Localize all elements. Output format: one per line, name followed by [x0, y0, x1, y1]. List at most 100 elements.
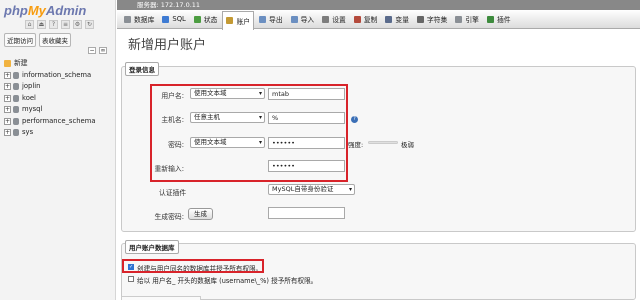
navigation-sidebar: phpMyAdmin ⌂ ⏏ ? ≡ ⚙ ↻ 近期访问 表收藏夹 − ∞ 新建 …: [0, 0, 116, 300]
tab-settings[interactable]: 设置: [319, 11, 349, 28]
exit-icon[interactable]: ⏏: [37, 20, 46, 29]
sql-icon: [162, 15, 170, 23]
tree-db-item[interactable]: + sys: [4, 127, 95, 139]
tab-users[interactable]: 账户: [222, 10, 255, 30]
tab-label: 状态: [203, 16, 218, 24]
tree-db-item[interactable]: + information_schema: [4, 70, 95, 82]
status-icon: [193, 15, 201, 23]
engines-icon: [455, 15, 463, 23]
tab-label: 导入: [300, 16, 315, 24]
collapse-all-icon[interactable]: −: [88, 47, 96, 54]
strength-value: 极弱: [401, 141, 414, 149]
expand-icon[interactable]: +: [4, 129, 11, 137]
tab-import[interactable]: 导入: [288, 11, 318, 28]
database-icon: [13, 129, 19, 137]
docs-icon[interactable]: ≡: [61, 20, 70, 29]
tree-db-item[interactable]: + koel: [4, 93, 95, 105]
database-icon: [13, 71, 19, 79]
database-tree: 新建 + information_schema + joplin + koel + my…: [4, 58, 95, 139]
tree-new-item[interactable]: 新建: [4, 58, 95, 70]
database-icon: [13, 106, 19, 114]
tab-label: 复制: [363, 16, 378, 24]
top-menu: 数据库 SQL 状态 账户 导出 导入 设置 复制 变量 字符集 引擎 插件: [117, 10, 640, 30]
user-database-legend: 用户账户数据库: [125, 240, 179, 254]
tab-variables[interactable]: 变量: [382, 11, 412, 28]
help-icon[interactable]: ?: [351, 116, 358, 123]
reload-icon[interactable]: ↻: [85, 20, 94, 29]
tab-label: 账户: [236, 17, 251, 26]
server-breadcrumb[interactable]: 服务器: 172.17.0.11: [117, 0, 640, 10]
generated-password-input[interactable]: [268, 207, 345, 219]
username-input[interactable]: mtab: [268, 88, 345, 100]
tab-label: 变量: [395, 16, 409, 24]
home-icon[interactable]: ⌂: [25, 20, 34, 29]
tree-db-item[interactable]: + mysql: [4, 104, 95, 116]
expand-icon[interactable]: +: [4, 71, 11, 79]
username-type-select[interactable]: 使用文本域 ▾: [190, 88, 265, 99]
chevron-down-icon: ▾: [258, 114, 262, 121]
tab-export[interactable]: 导出: [256, 11, 286, 28]
tab-label: SQL: [172, 15, 186, 23]
create-db-label: 创建与用户同名的数据库并授予所有权限。: [137, 265, 263, 273]
tab-label: 字符集: [427, 16, 448, 24]
variables-icon: [385, 15, 393, 23]
tab-label: 导出: [269, 16, 283, 24]
host-input[interactable]: %: [268, 112, 345, 124]
grant-prefix-checkbox[interactable]: [128, 276, 134, 282]
login-info-legend: 登录信息: [125, 62, 159, 76]
expand-icon[interactable]: +: [4, 94, 11, 102]
link-icon[interactable]: ∞: [99, 47, 107, 54]
expand-icon[interactable]: +: [4, 106, 11, 114]
password-label: 密码:: [168, 141, 184, 149]
database-icon: [124, 15, 131, 23]
users-icon: [226, 17, 234, 24]
plugins-icon: [486, 15, 494, 23]
favorites-tab[interactable]: 表收藏夹: [39, 33, 71, 47]
chevron-down-icon: ▾: [348, 186, 352, 193]
tab-charset[interactable]: 字符集: [414, 11, 450, 28]
recent-tab[interactable]: 近期访问: [4, 33, 36, 47]
new-db-icon: [4, 60, 11, 68]
tab-label: 数据库: [134, 16, 155, 24]
charset-icon: [417, 15, 424, 23]
create-db-checkbox[interactable]: ✓: [128, 264, 134, 270]
tab-label: 插件: [496, 16, 511, 24]
tab-replication[interactable]: 复制: [351, 11, 381, 28]
auth-plugin-select[interactable]: MySQL自带身份验证 ▾: [268, 184, 355, 195]
retype-label: 重新输入:: [154, 165, 184, 173]
settings-icon: [322, 15, 330, 23]
database-icon: [13, 83, 19, 91]
chevron-down-icon: ▾: [258, 139, 262, 146]
tab-label: 引擎: [465, 16, 479, 24]
import-icon: [290, 15, 298, 23]
sidebar-icon-bar: ⌂ ⏏ ? ≡ ⚙ ↻: [25, 20, 94, 29]
export-icon: [259, 15, 267, 23]
generate-password-button[interactable]: 生成: [188, 208, 213, 220]
password-type-select[interactable]: 使用文本域 ▾: [190, 137, 265, 148]
next-fieldset-legend: [121, 296, 201, 300]
database-icon: [13, 94, 19, 102]
page-title: 新增用户账户: [128, 38, 207, 53]
tree-db-item[interactable]: + joplin: [4, 81, 95, 93]
retype-password-input[interactable]: ••••••: [268, 160, 345, 172]
settings-icon[interactable]: ⚙: [73, 20, 82, 29]
tab-status[interactable]: 状态: [191, 11, 221, 28]
expand-icon[interactable]: +: [4, 117, 11, 125]
tree-db-item[interactable]: + performance_schema: [4, 116, 95, 128]
expand-icon[interactable]: +: [4, 83, 11, 91]
password-input[interactable]: ••••••: [268, 137, 345, 149]
tab-label: 设置: [332, 16, 346, 24]
tab-database[interactable]: 数据库: [121, 11, 157, 28]
tab-sql[interactable]: SQL: [159, 11, 188, 28]
tab-plugins[interactable]: 插件: [484, 11, 514, 28]
grant-prefix-label: 给以 用户名_ 开头的数据库 (username\_%) 授予所有权限。: [137, 277, 318, 285]
help-icon[interactable]: ?: [49, 20, 58, 29]
generate-password-label: 生成密码:: [154, 213, 184, 221]
host-label: 主机名:: [161, 116, 184, 124]
strength-meter: [368, 141, 398, 144]
auth-plugin-label: 认证插件: [159, 189, 187, 197]
phpmyadmin-logo[interactable]: phpMyAdmin: [4, 3, 86, 18]
strength-label: 强度:: [348, 141, 364, 149]
host-type-select[interactable]: 任意主机 ▾: [190, 112, 265, 123]
tab-engines[interactable]: 引擎: [452, 11, 482, 28]
